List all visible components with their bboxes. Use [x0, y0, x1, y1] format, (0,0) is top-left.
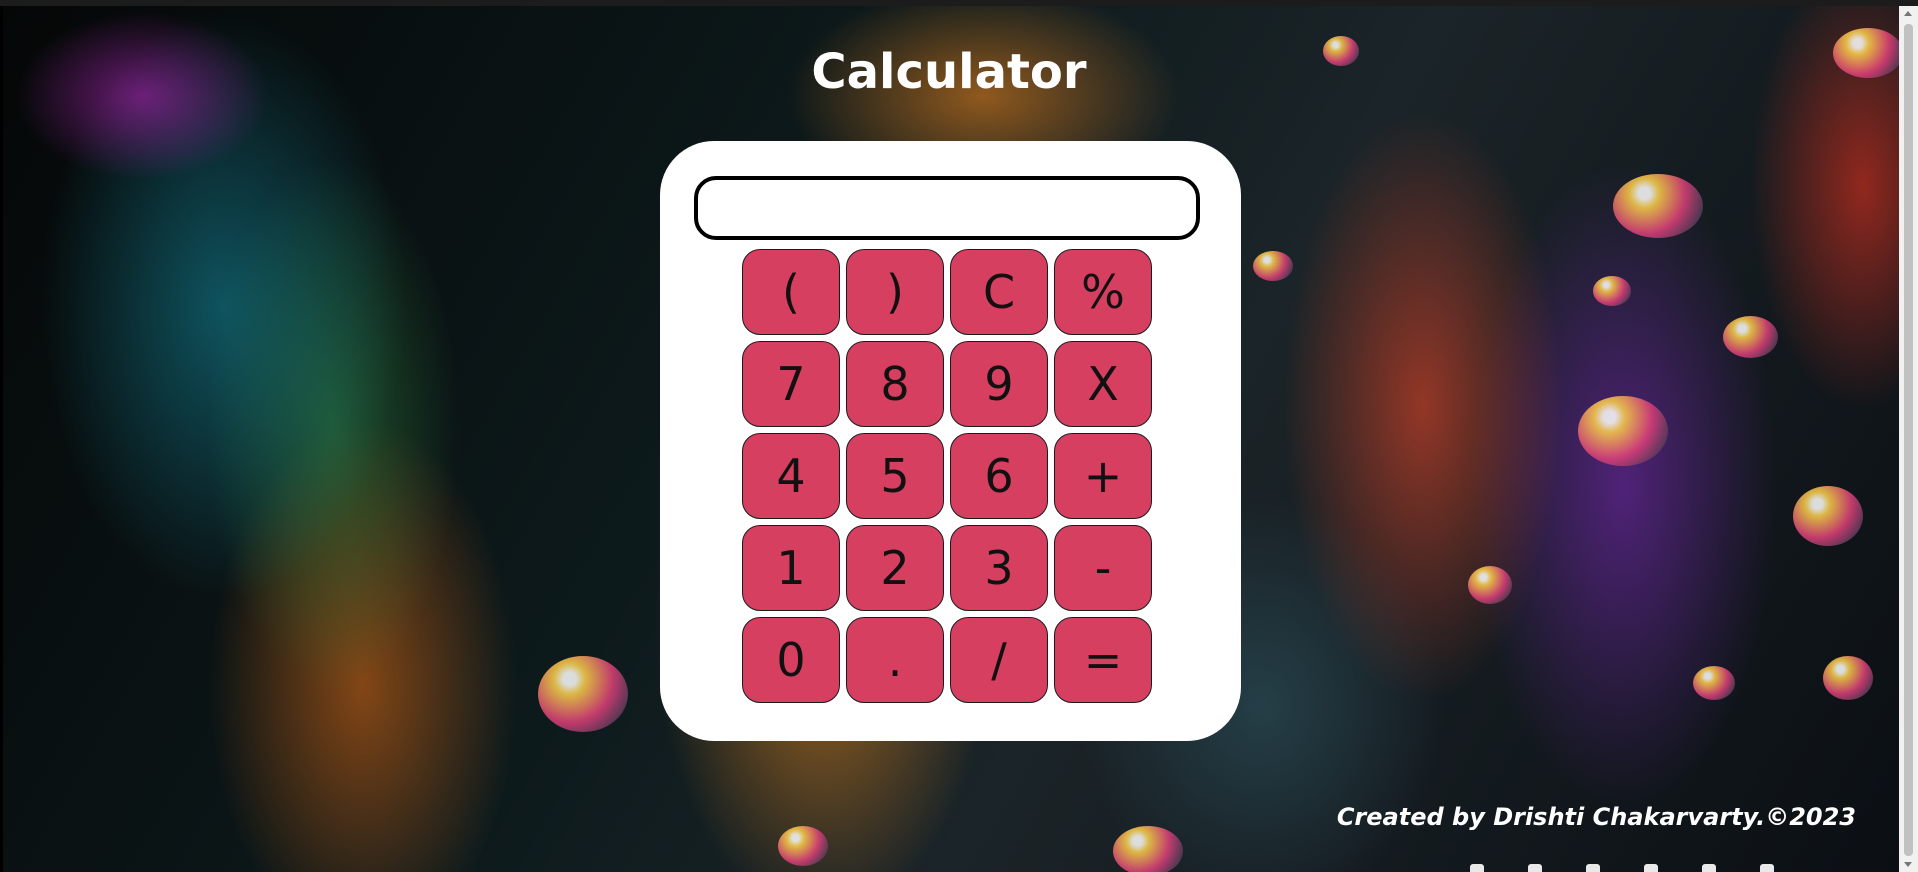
twitter-icon[interactable] — [1528, 864, 1542, 872]
key-percent[interactable]: % — [1054, 249, 1152, 335]
key-6[interactable]: 6 — [950, 433, 1048, 519]
key-equals[interactable]: = — [1054, 617, 1152, 703]
water-drop — [1723, 316, 1778, 358]
water-drop — [1823, 656, 1873, 700]
key-multiply[interactable]: X — [1054, 341, 1152, 427]
key-9[interactable]: 9 — [950, 341, 1048, 427]
mail-icon[interactable] — [1760, 864, 1774, 872]
key-decimal[interactable]: . — [846, 617, 944, 703]
key-4[interactable]: 4 — [742, 433, 840, 519]
key-5[interactable]: 5 — [846, 433, 944, 519]
water-drop — [1793, 486, 1863, 546]
key-clear[interactable]: C — [950, 249, 1048, 335]
scroll-up-arrow-icon[interactable] — [1904, 11, 1912, 16]
water-drop — [1613, 174, 1703, 238]
footer-credit: Created by Drishti Chakarvarty.©2023 — [1336, 803, 1856, 831]
github-icon[interactable] — [1702, 864, 1716, 872]
key-0[interactable]: 0 — [742, 617, 840, 703]
linkedin-icon[interactable] — [1644, 864, 1658, 872]
key-8[interactable]: 8 — [846, 341, 944, 427]
water-drop — [1113, 826, 1183, 872]
calculator: ( ) C % 7 8 9 X 4 5 6 + 1 2 3 - 0 . / = — [660, 141, 1241, 741]
key-minus[interactable]: - — [1054, 525, 1152, 611]
key-divide[interactable]: / — [950, 617, 1048, 703]
instagram-icon[interactable] — [1586, 864, 1600, 872]
page-title: Calculator — [811, 44, 1087, 100]
facebook-icon[interactable] — [1470, 864, 1484, 872]
key-3[interactable]: 3 — [950, 525, 1048, 611]
vertical-scrollbar[interactable] — [1899, 6, 1918, 872]
key-close-paren[interactable]: ) — [846, 249, 944, 335]
water-drop — [778, 826, 828, 866]
water-drop — [1578, 396, 1668, 466]
water-drop — [1593, 276, 1631, 306]
social-links — [1470, 864, 1774, 872]
water-drop — [1468, 566, 1512, 604]
key-open-paren[interactable]: ( — [742, 249, 840, 335]
scrollbar-thumb[interactable] — [1904, 24, 1913, 856]
calculator-keypad: ( ) C % 7 8 9 X 4 5 6 + 1 2 3 - 0 . / = — [742, 249, 1162, 703]
key-plus[interactable]: + — [1054, 433, 1152, 519]
scroll-down-arrow-icon[interactable] — [1904, 862, 1912, 867]
calculator-display[interactable] — [694, 176, 1200, 240]
key-2[interactable]: 2 — [846, 525, 944, 611]
water-drop — [538, 656, 628, 732]
key-7[interactable]: 7 — [742, 341, 840, 427]
water-drop — [1693, 666, 1735, 700]
key-1[interactable]: 1 — [742, 525, 840, 611]
water-drop — [1253, 251, 1293, 281]
